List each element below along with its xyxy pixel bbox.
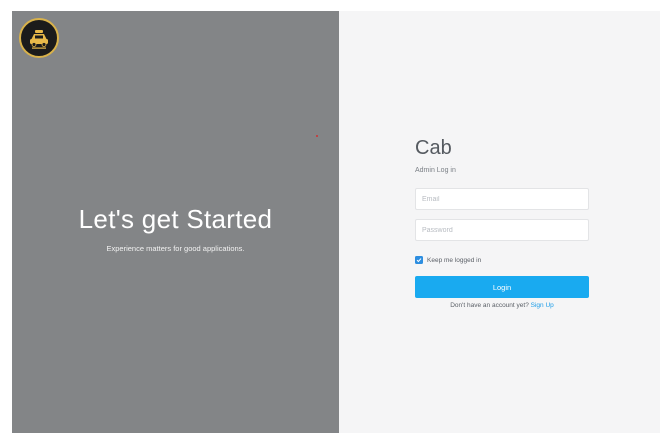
signup-prompt-row: Don't have an account yet? Sign Up [415, 302, 589, 309]
email-field[interactable] [415, 188, 589, 210]
hero-tagline: Experience matters for good applications… [106, 244, 245, 253]
remember-me-checkbox[interactable] [415, 256, 423, 264]
welcome-panel: Let's get Started Experience matters for… [12, 11, 339, 433]
brand-title: Cab [415, 137, 452, 159]
hero-headline: Let's get Started [78, 204, 273, 234]
login-page: Let's get Started Experience matters for… [12, 11, 660, 433]
remember-me-row[interactable]: Keep me logged in [415, 254, 589, 266]
checkmark-icon [416, 258, 422, 263]
form-subtitle: Admin Log in [415, 167, 456, 174]
decorative-dot [316, 135, 318, 137]
login-panel: Cab Admin Log in Keep me logged in Login… [339, 11, 660, 433]
login-button[interactable]: Login [415, 276, 589, 298]
password-field[interactable] [415, 219, 589, 241]
login-form: Cab Admin Log in Keep me logged in Login… [415, 135, 589, 309]
taxi-logo-icon [19, 18, 59, 58]
hero-block: Let's get Started Experience matters for… [12, 203, 339, 253]
remember-me-label: Keep me logged in [427, 256, 482, 264]
sign-up-link[interactable]: Sign Up [531, 302, 554, 309]
signup-prompt-text: Don't have an account yet? [450, 302, 529, 309]
